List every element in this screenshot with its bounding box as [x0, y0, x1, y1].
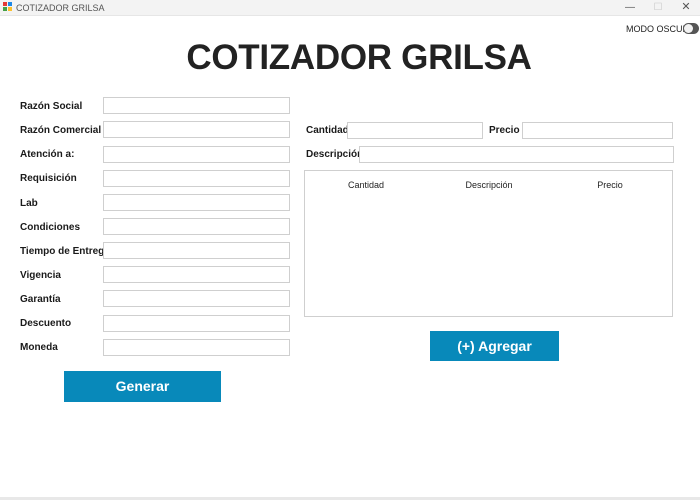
razon-comercial-label: Razón Comercial: [20, 125, 102, 136]
lab-label: Lab: [20, 198, 38, 209]
descripcion-input[interactable]: [359, 146, 674, 163]
cantidad-label: Cantidad: [306, 125, 349, 136]
app-logo-icon: [3, 2, 14, 13]
moneda-input[interactable]: [103, 339, 290, 356]
atencion-label: Atención a:: [20, 149, 75, 160]
column-header-cantidad[interactable]: Cantidad: [333, 180, 399, 191]
cantidad-input[interactable]: [347, 122, 483, 139]
descuento-label: Descuento: [20, 318, 72, 329]
garantia-input[interactable]: [103, 290, 290, 307]
tiempo-entrega-input[interactable]: [103, 242, 290, 259]
precio-label: Precio: [489, 125, 520, 136]
window-titlebar: COTIZADOR GRILSA — ☐ ✕: [0, 0, 700, 16]
condiciones-input[interactable]: [103, 218, 290, 235]
close-button[interactable]: ✕: [672, 0, 700, 16]
dark-mode-toggle[interactable]: [683, 23, 699, 34]
precio-input[interactable]: [522, 122, 673, 139]
garantia-label: Garantía: [20, 294, 61, 305]
column-header-precio[interactable]: Precio: [580, 180, 640, 191]
tiempo-entrega-label: Tiempo de Entrega: [20, 246, 110, 257]
generate-button[interactable]: Generar: [64, 371, 221, 402]
window-title: COTIZADOR GRILSA: [16, 3, 105, 13]
toggle-knob: [684, 24, 693, 33]
razon-comercial-input[interactable]: [103, 121, 290, 138]
condiciones-label: Condiciones: [20, 222, 81, 233]
requisicion-input[interactable]: [103, 170, 290, 187]
requisicion-label: Requisición: [20, 173, 77, 184]
atencion-input[interactable]: [103, 146, 290, 163]
vigencia-input[interactable]: [103, 266, 290, 283]
lab-input[interactable]: [103, 194, 290, 211]
products-table[interactable]: Cantidad Descripción Precio: [304, 170, 673, 317]
moneda-label: Moneda: [20, 342, 58, 353]
page-title: COTIZADOR GRILSA: [186, 38, 532, 77]
razon-social-input[interactable]: [103, 97, 290, 114]
descuento-input[interactable]: [103, 315, 290, 332]
add-product-button[interactable]: (+) Agregar producto: [430, 331, 559, 384]
maximize-button[interactable]: ☐: [644, 0, 672, 16]
vigencia-label: Vigencia: [20, 270, 61, 281]
descripcion-label: Descripción: [306, 149, 364, 160]
column-header-descripcion[interactable]: Descripción: [453, 180, 525, 191]
minimize-button[interactable]: —: [616, 0, 644, 16]
razon-social-label: Razón Social: [20, 101, 83, 112]
